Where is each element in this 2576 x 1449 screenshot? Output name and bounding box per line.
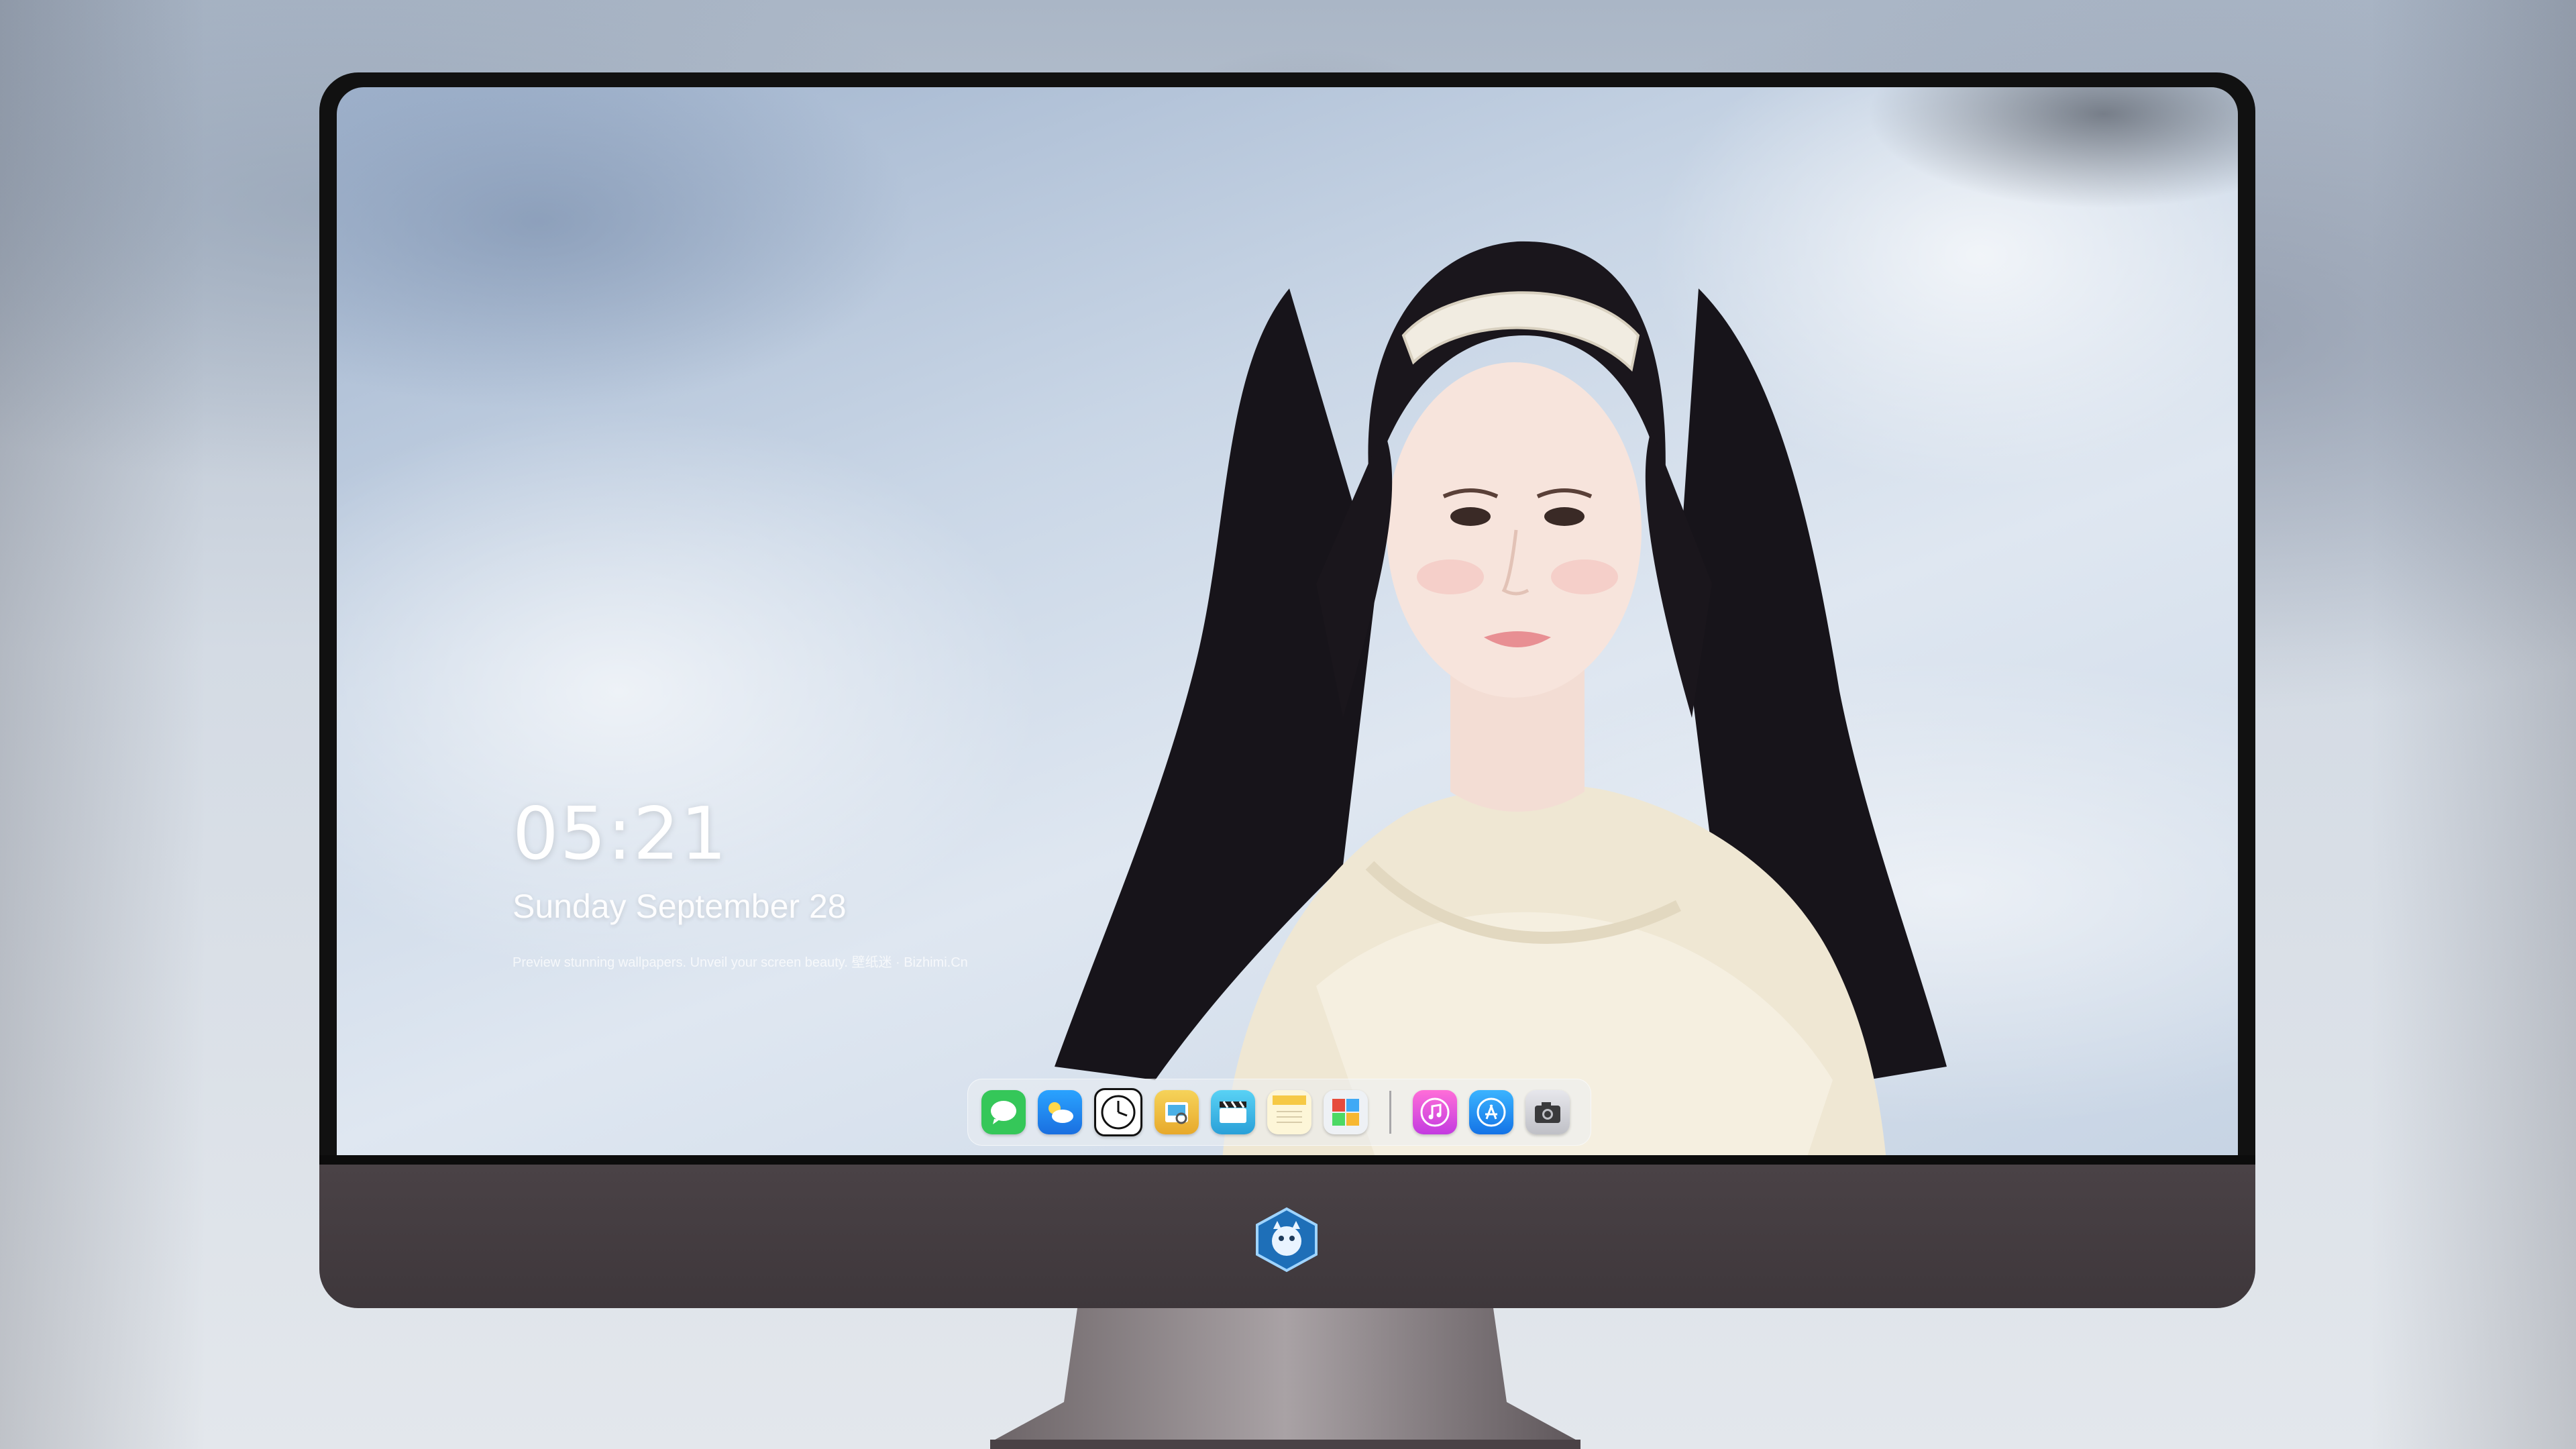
clock-icon[interactable]: [1094, 1088, 1142, 1136]
lockscreen-clock: 05:21 Sunday September 28 Preview stunni…: [513, 798, 968, 971]
wallpaper-tagline: Preview stunning wallpapers. Unveil your…: [513, 955, 968, 970]
weather-icon[interactable]: [1038, 1090, 1082, 1134]
camera-icon[interactable]: [1525, 1090, 1570, 1134]
clips-icon[interactable]: [1211, 1090, 1255, 1134]
photo-booth-icon[interactable]: [1324, 1090, 1368, 1134]
dock-separator: [1389, 1091, 1391, 1134]
wallpaper-portrait: [1055, 241, 1947, 1155]
clock-time: 05:21: [513, 792, 729, 876]
itunes-icon[interactable]: [1413, 1090, 1457, 1134]
monitor-stand: [990, 1308, 1580, 1449]
app-store-icon[interactable]: [1469, 1090, 1513, 1134]
monitor-screen: 05:21 Sunday September 28 Preview stunni…: [337, 87, 2238, 1155]
clock-date: Sunday September 28: [513, 888, 847, 925]
preview-icon[interactable]: [1155, 1090, 1199, 1134]
monitor-mockup: 05:21 Sunday September 28 Preview stunni…: [319, 72, 2255, 1449]
messages-icon[interactable]: [981, 1090, 1026, 1134]
brand-logo-icon: [1256, 1207, 1318, 1273]
notes-icon[interactable]: [1267, 1090, 1311, 1134]
dock: [967, 1079, 1591, 1146]
